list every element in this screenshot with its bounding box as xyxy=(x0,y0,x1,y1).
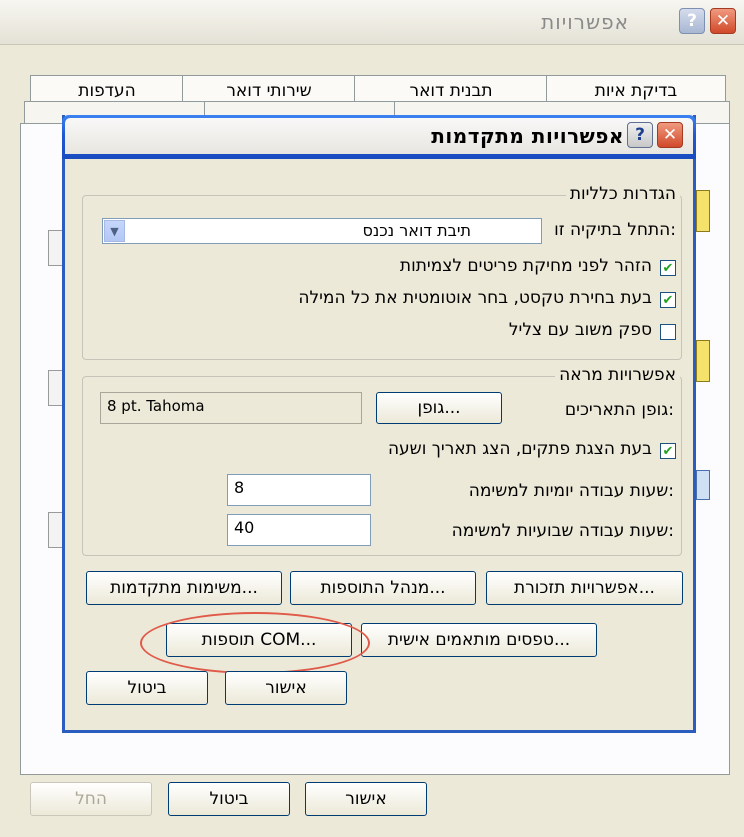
help-icon[interactable]: ? xyxy=(679,8,705,34)
partial-icon-3 xyxy=(696,470,710,500)
advanced-tasks-button[interactable]: משימות מתקדמות... xyxy=(86,571,282,605)
dialog-help-icon[interactable]: ? xyxy=(627,122,653,148)
outer-ok-button[interactable]: אישור xyxy=(305,782,427,816)
startup-folder-value: תיבת דואר נכנס xyxy=(362,221,471,240)
partial-icon-1 xyxy=(696,190,710,232)
font-button[interactable]: גופן... xyxy=(376,392,502,424)
reminder-options-button[interactable]: אפשרויות תזכורת... xyxy=(486,571,683,605)
general-settings-legend: הגדרות כלליות xyxy=(565,184,680,204)
select-whole-word-label: בעת בחירת טקסט, בחר אוטומטית את כל המילה xyxy=(298,288,652,308)
advanced-options-title: אפשרויות מתקדמות xyxy=(431,124,624,148)
weekly-hours-input[interactable]: 40 xyxy=(227,514,371,546)
options-title-bar xyxy=(0,0,744,45)
warn-before-delete-label: הזהר לפני מחיקת פריטים לצמיתות xyxy=(399,256,652,276)
daily-hours-input[interactable]: 8 xyxy=(227,474,371,506)
date-font-label: גופן התאריכים: xyxy=(564,400,674,420)
font-display: 8 pt. Tahoma xyxy=(100,392,362,424)
sound-feedback-label: ספק משוב עם צליל xyxy=(508,320,652,340)
close-icon[interactable]: ✕ xyxy=(710,8,736,34)
addin-manager-button[interactable]: מנהל התוספות... xyxy=(290,571,476,605)
show-date-time-label: בעת הצגת פתקים, הצג תאריך ושעה xyxy=(387,439,652,459)
dialog-ok-button[interactable]: אישור xyxy=(225,671,347,705)
dialog-close-icon[interactable]: ✕ xyxy=(657,122,683,148)
custom-forms-button[interactable]: טפסים מותאמים אישית... xyxy=(361,623,597,657)
outer-apply-button: החל xyxy=(30,782,152,816)
highlight-ellipse xyxy=(140,612,370,674)
dialog-cancel-button[interactable]: ביטול xyxy=(86,671,208,705)
partial-icon-2 xyxy=(696,340,710,382)
chevron-down-icon[interactable]: ▼ xyxy=(104,220,125,242)
weekly-hours-label: שעות עבודה שבועיות למשימה: xyxy=(451,521,674,541)
daily-hours-label: שעות עבודה יומיות למשימה: xyxy=(468,481,674,501)
outer-cancel-button[interactable]: ביטול xyxy=(168,782,290,816)
warn-before-delete-checkbox[interactable]: ✔ xyxy=(660,260,676,276)
appearance-options-legend: אפשרויות מראה xyxy=(555,365,680,385)
show-date-time-checkbox[interactable]: ✔ xyxy=(660,443,676,459)
select-whole-word-checkbox[interactable]: ✔ xyxy=(660,292,676,308)
sound-feedback-checkbox[interactable] xyxy=(660,324,676,340)
startup-folder-label: התחל בתיקיה זו: xyxy=(554,220,676,240)
options-window-title: אפשרויות xyxy=(541,10,629,34)
startup-folder-select[interactable]: ▼ תיבת דואר נכנס xyxy=(102,218,542,244)
